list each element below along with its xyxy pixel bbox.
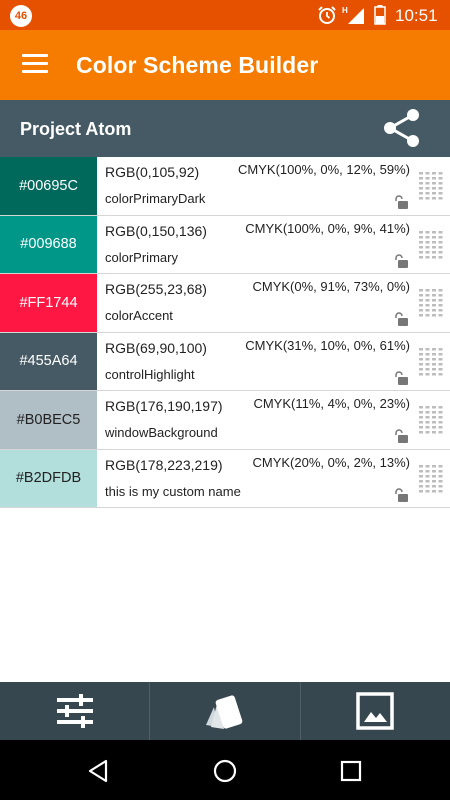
project-name: Project Atom [20, 119, 132, 139]
menu-icon[interactable] [22, 54, 48, 74]
image-button[interactable] [301, 682, 450, 740]
unlock-icon[interactable] [393, 195, 409, 209]
unlock-icon[interactable] [393, 253, 409, 268]
color-list: #00695C RGB(0,105,92) CMYK(100%, 0%, 12%, … [0, 157, 450, 508]
bottom-toolbar [0, 682, 450, 740]
cmyk-value: CMYK(20%, 0%, 2%, 13%) [252, 454, 410, 470]
swatches-button[interactable] [150, 682, 301, 740]
color-row[interactable]: #B2DFDB RGB(178,223,219) CMYK(20%, 0%, 2%,… [0, 449, 450, 508]
drag-handle-icon[interactable] [418, 464, 444, 494]
swatch-cards-icon [205, 695, 243, 729]
navigation-bar [0, 740, 450, 800]
cmyk-value: CMYK(0%, 91%, 73%, 0%) [252, 279, 410, 294]
status-bar: 46 H 10:51 [0, 0, 450, 30]
share-icon[interactable] [381, 107, 423, 149]
color-row[interactable]: #009688 RGB(0,150,136) CMYK(100%, 0%, 9%, … [0, 215, 450, 274]
unlock-icon[interactable] [393, 487, 409, 502]
clock: 10:51 [395, 6, 438, 25]
unlock-icon[interactable] [393, 370, 409, 385]
drag-handle-icon[interactable] [418, 230, 444, 260]
drag-handle-icon[interactable] [418, 405, 444, 435]
color-row[interactable]: #455A64 RGB(69,90,100) CMYK(31%, 10%, 0%, … [0, 332, 450, 391]
color-row[interactable]: #00695C RGB(0,105,92) CMYK(100%, 0%, 12%, … [0, 157, 450, 216]
cmyk-value: CMYK(11%, 4%, 0%, 23%) [253, 396, 410, 411]
rgb-value: RGB(69,90,100) [105, 339, 207, 356]
color-swatch[interactable]: #FF1744 [0, 274, 97, 332]
color-name[interactable]: colorAccent [105, 308, 173, 323]
color-row[interactable]: #B0BEC5 RGB(176,190,197) CMYK(11%, 4%, 0%,… [0, 391, 450, 450]
rgb-value: RGB(255,23,68) [105, 281, 207, 297]
drag-handle-icon[interactable] [418, 347, 444, 377]
color-name[interactable]: controlHighlight [105, 367, 195, 382]
rgb-value: RGB(0,150,136) [105, 222, 207, 239]
signal-icon: H [342, 6, 364, 24]
color-name[interactable]: windowBackground [105, 425, 218, 440]
back-icon[interactable] [86, 758, 112, 784]
alarm-icon [318, 6, 336, 24]
color-swatch[interactable]: #009688 [0, 215, 97, 273]
color-swatch[interactable]: #00695C [0, 157, 97, 215]
sliders-icon [56, 694, 93, 728]
color-swatch[interactable]: #B2DFDB [0, 449, 97, 507]
unlock-icon[interactable] [393, 429, 409, 443]
rgb-value: RGB(178,223,219) [105, 456, 223, 473]
rgb-value: RGB(176,190,197) [105, 398, 223, 414]
color-name[interactable]: this is my custom name [105, 484, 241, 499]
color-row[interactable]: #FF1744 RGB(255,23,68) CMYK(0%, 91%, 73%, … [0, 274, 450, 333]
cmyk-value: CMYK(31%, 10%, 0%, 61%) [245, 337, 410, 353]
cmyk-value: CMYK(100%, 0%, 12%, 59%) [238, 162, 410, 177]
color-swatch[interactable]: #B0BEC5 [0, 391, 97, 449]
color-name[interactable]: colorPrimary [105, 250, 178, 265]
home-icon[interactable] [212, 758, 238, 784]
unlock-icon[interactable] [393, 312, 409, 326]
app-bar: Color Scheme Builder [0, 30, 450, 100]
image-icon [356, 692, 395, 730]
network-type-label: H [342, 6, 348, 15]
recents-icon[interactable] [338, 758, 364, 784]
color-name[interactable]: colorPrimaryDark [105, 191, 205, 206]
rgb-value: RGB(0,105,92) [105, 164, 200, 180]
drag-handle-icon[interactable] [418, 288, 444, 318]
notification-badge: 46 [10, 5, 32, 27]
color-swatch[interactable]: #455A64 [0, 332, 97, 390]
project-header: Project Atom [0, 100, 450, 157]
adjust-button[interactable] [0, 682, 151, 740]
app-title: Color Scheme Builder [76, 52, 319, 78]
drag-handle-icon[interactable] [418, 171, 444, 201]
battery-icon [374, 5, 386, 25]
cmyk-value: CMYK(100%, 0%, 9%, 41%) [245, 220, 410, 236]
